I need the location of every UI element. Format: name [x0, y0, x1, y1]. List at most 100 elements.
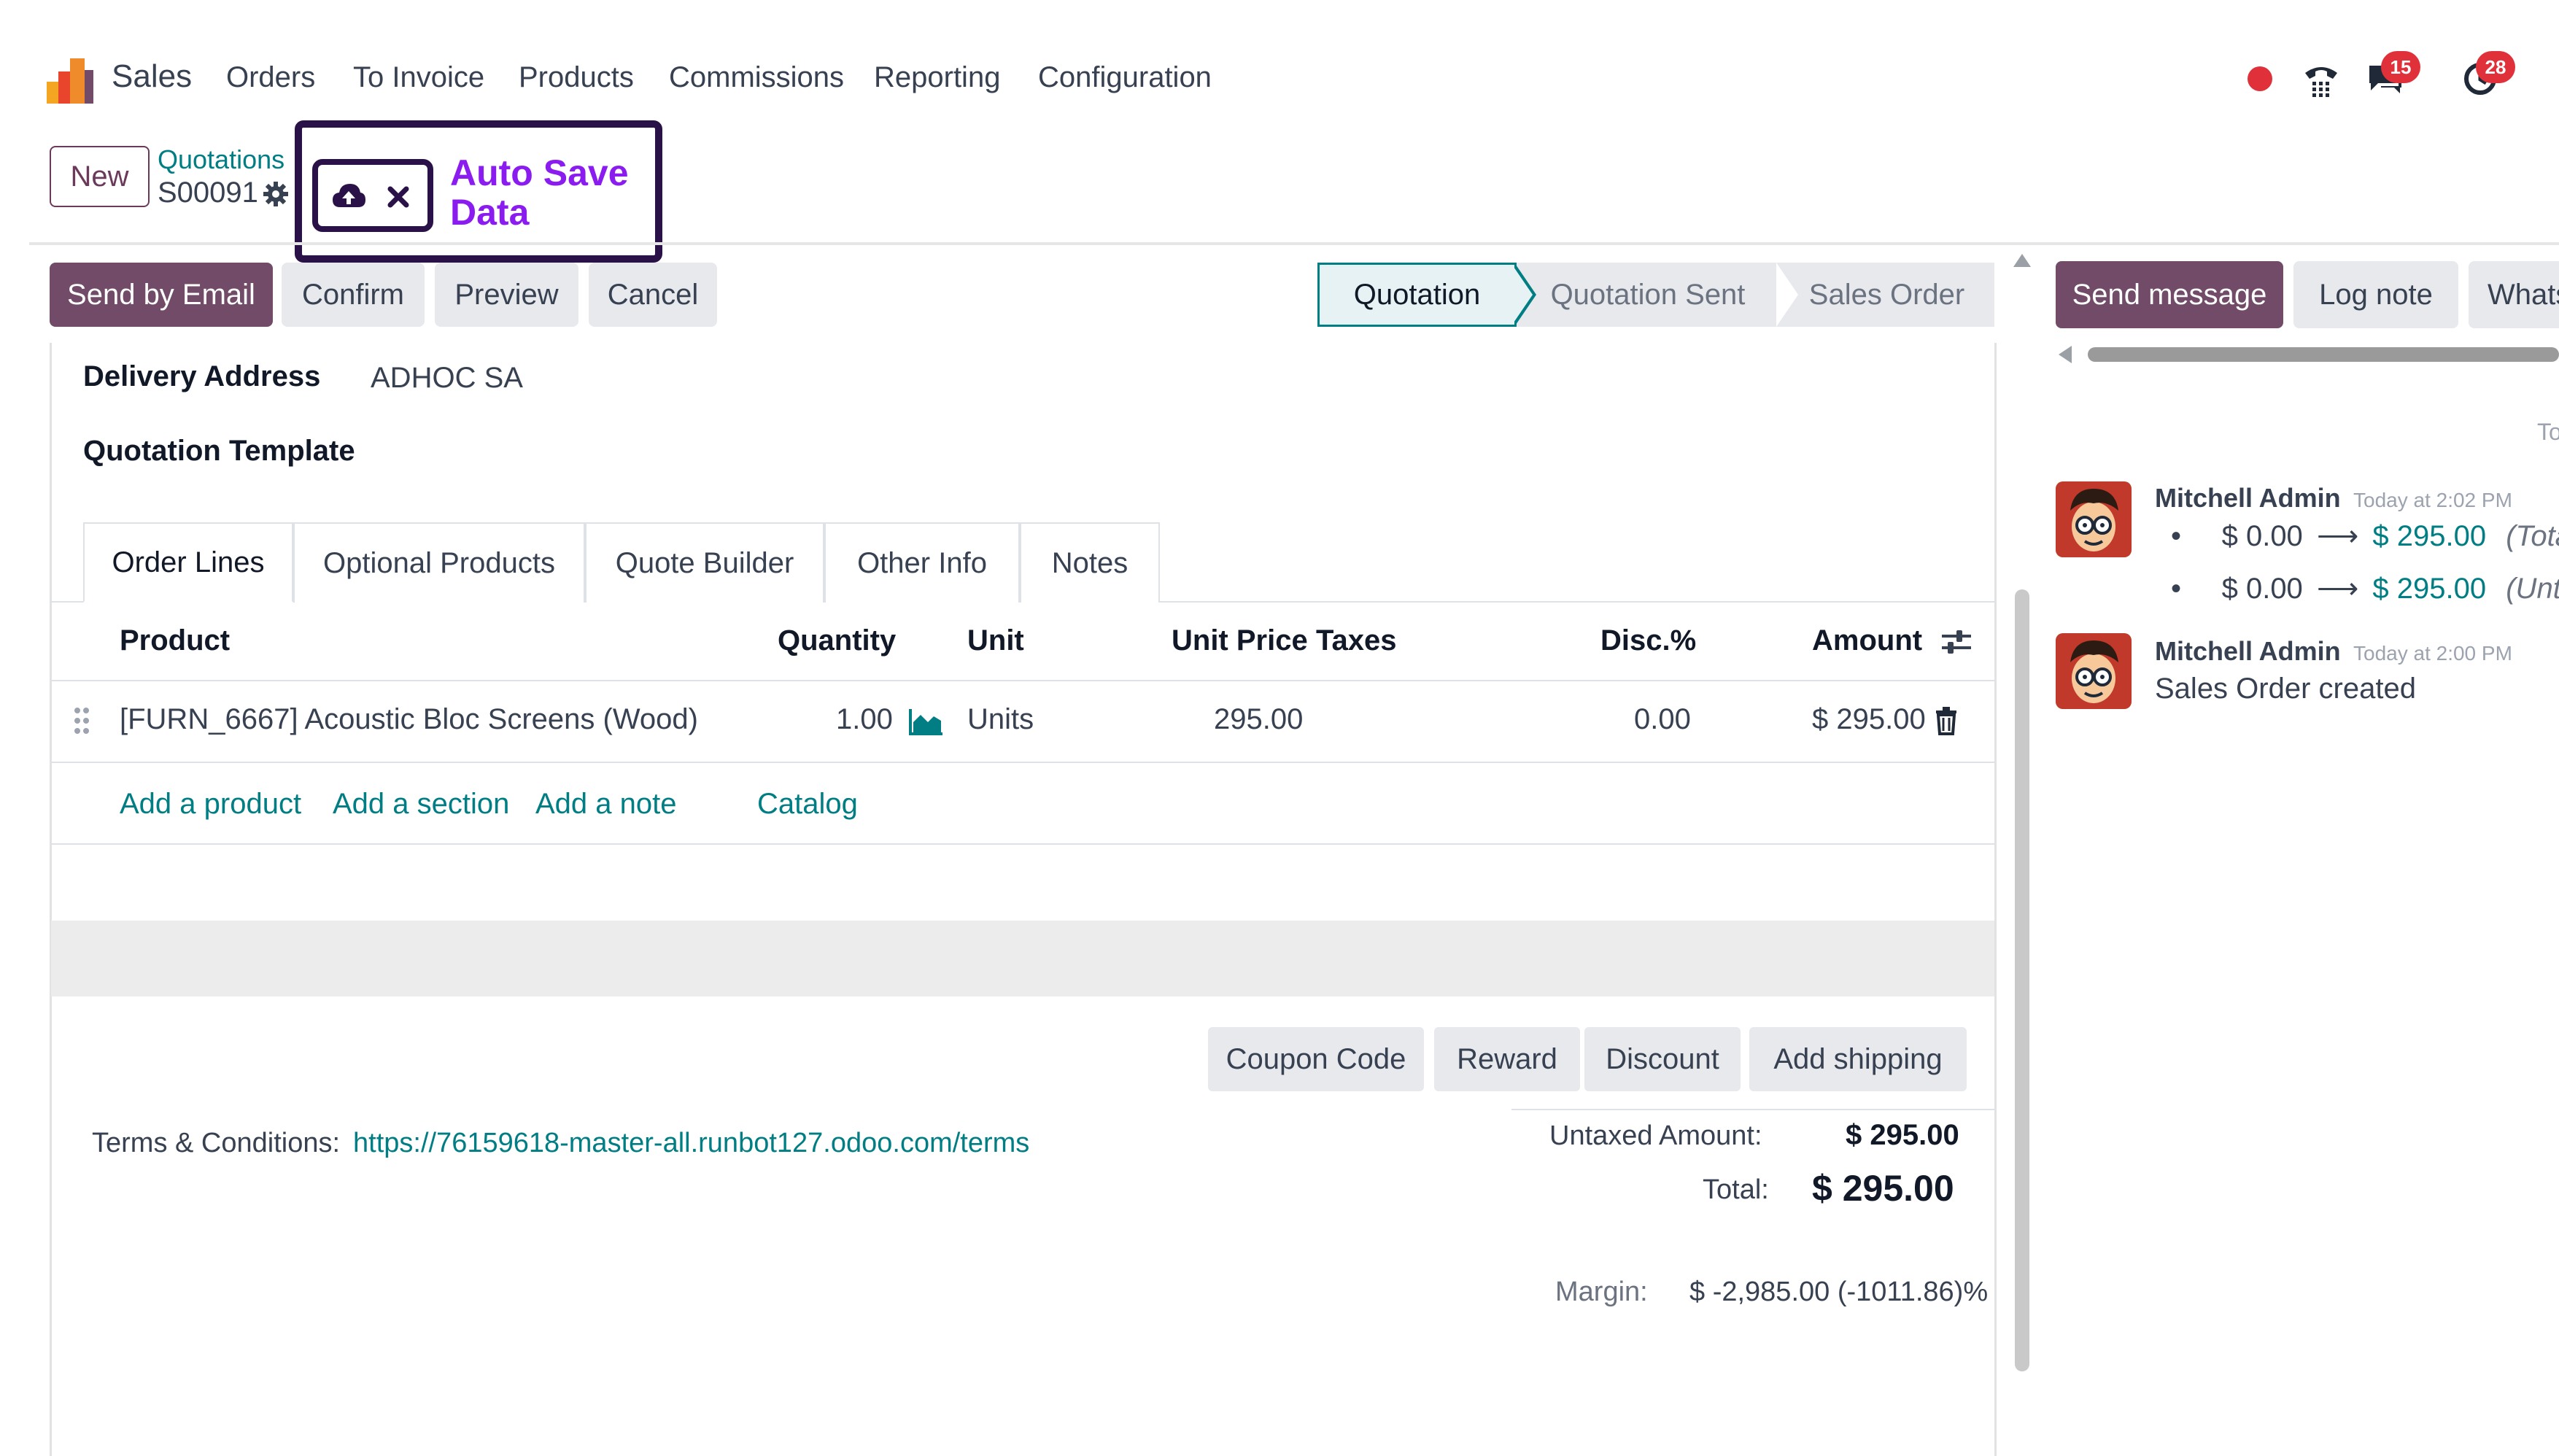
message-time: Today at 2:00 PM	[2353, 642, 2512, 665]
tab-order-lines[interactable]: Order Lines	[83, 522, 293, 603]
cloud-upload-icon[interactable]	[331, 181, 366, 210]
add-shipping-button[interactable]: Add shipping	[1749, 1027, 1967, 1091]
log-note-button[interactable]: Log note	[2293, 261, 2458, 328]
form-border-right	[1994, 343, 1997, 1456]
line-quantity[interactable]: 1.00	[836, 703, 893, 736]
arrow-right-icon: ⟶	[2316, 573, 2359, 605]
messages-icon[interactable]: 15	[2364, 51, 2420, 101]
status-sales-order[interactable]: Sales Order	[1779, 263, 1994, 327]
total-label: Total:	[1703, 1174, 1769, 1205]
terms-label: Terms & Conditions:	[92, 1128, 341, 1158]
line-unit[interactable]: Units	[967, 703, 1034, 736]
menu-configuration[interactable]: Configuration	[1038, 61, 1212, 94]
avatar[interactable]	[2056, 633, 2132, 709]
col-product[interactable]: Product	[120, 624, 230, 657]
tracking-field: (Untaxed	[2506, 573, 2559, 605]
reward-button[interactable]: Reward	[1434, 1027, 1580, 1091]
send-by-email-button[interactable]: Send by Email	[50, 263, 273, 327]
send-message-button[interactable]: Send message	[2056, 261, 2283, 328]
chatter-horizontal-scrollbar[interactable]	[2088, 347, 2559, 362]
avatar[interactable]	[2056, 481, 2132, 557]
menu-orders[interactable]: Orders	[226, 61, 315, 94]
sales-app-icon[interactable]	[47, 57, 93, 104]
status-quotation[interactable]: Quotation	[1317, 263, 1517, 327]
preview-button[interactable]: Preview	[435, 263, 578, 327]
delivery-address-label: Delivery Address	[83, 360, 321, 392]
breadcrumb-quotations[interactable]: Quotations	[158, 144, 284, 175]
untaxed-amount-value: $ 295.00	[1846, 1119, 1959, 1151]
catalog-link[interactable]: Catalog	[757, 788, 858, 821]
recording-dot-icon[interactable]	[2238, 57, 2282, 101]
empty-lines-band	[51, 921, 1994, 996]
tracking-line: • $ 0.00 ⟶ $ 295.00 (Total)	[2171, 519, 2559, 553]
activity-clock-icon[interactable]: 28	[2458, 51, 2515, 101]
drag-handle-icon[interactable]	[73, 706, 90, 735]
col-amount[interactable]: Amount	[1812, 624, 1922, 657]
coupon-code-button[interactable]: Coupon Code	[1208, 1027, 1424, 1091]
record-name: S00091	[158, 177, 258, 209]
header-divider	[29, 242, 2559, 245]
add-product-link[interactable]: Add a product	[120, 788, 301, 821]
arrow-right-icon: ⟶	[2316, 520, 2359, 552]
today-separator: To	[2537, 419, 2559, 445]
col-disc[interactable]: Disc.%	[1600, 624, 1696, 657]
chatter-scroll-left-arrow[interactable]	[2059, 346, 2072, 363]
form-scrollbar[interactable]	[2015, 589, 2029, 1371]
form-border-left	[50, 343, 52, 1456]
new-button[interactable]: New	[50, 146, 150, 207]
discard-close-icon[interactable]	[387, 185, 410, 209]
totals-divider	[1511, 1109, 1994, 1110]
forecast-chart-icon[interactable]	[909, 708, 944, 735]
add-section-link[interactable]: Add a section	[333, 788, 509, 821]
message-author[interactable]: Mitchell Admin	[2155, 483, 2341, 514]
tracking-new-value: $ 295.00	[2372, 573, 2487, 605]
save-discard-group	[312, 159, 433, 232]
confirm-button[interactable]: Confirm	[282, 263, 425, 327]
cancel-button[interactable]: Cancel	[589, 263, 717, 327]
row-divider	[50, 762, 1994, 763]
tab-quote-builder[interactable]: Quote Builder	[585, 522, 824, 603]
phone-icon[interactable]	[2299, 57, 2343, 101]
message-author[interactable]: Mitchell Admin	[2155, 636, 2341, 667]
discount-button[interactable]: Discount	[1584, 1027, 1741, 1091]
scroll-up-arrow[interactable]	[2013, 254, 2031, 267]
terms-link[interactable]: https://76159618-master-all.runbot127.od…	[353, 1128, 1029, 1159]
gear-icon[interactable]	[263, 181, 289, 207]
delivery-address-value[interactable]: ADHOC SA	[371, 362, 523, 395]
tab-other-info[interactable]: Other Info	[824, 522, 1020, 603]
menu-commissions[interactable]: Commissions	[669, 61, 844, 94]
trash-icon[interactable]	[1935, 706, 1958, 735]
menu-to-invoice[interactable]: To Invoice	[353, 61, 484, 94]
add-note-link[interactable]: Add a note	[535, 788, 677, 821]
app-name[interactable]: Sales	[112, 58, 192, 95]
menu-products[interactable]: Products	[519, 61, 634, 94]
quotation-template-label: Quotation Template	[83, 435, 355, 467]
callout-line-2: Data	[450, 192, 530, 233]
line-unit-price[interactable]: 295.00	[1214, 703, 1303, 736]
tracking-new-value: $ 295.00	[2372, 520, 2487, 552]
col-unit-price[interactable]: Unit Price	[1172, 624, 1308, 657]
status-quotation-sent[interactable]: Quotation Sent	[1517, 263, 1779, 327]
line-product[interactable]: [FURN_6667] Acoustic Bloc Screens (Wood)	[120, 703, 698, 736]
status-separator	[1776, 263, 1798, 327]
tab-notes[interactable]: Notes	[1020, 522, 1160, 603]
margin-label: Margin:	[1555, 1277, 1648, 1307]
tracking-field: (Total)	[2506, 520, 2559, 552]
column-settings-icon[interactable]	[1940, 627, 1973, 657]
messages-badge: 15	[2381, 51, 2420, 83]
tracking-old-value: $ 0.00	[2221, 573, 2303, 605]
tab-optional-products[interactable]: Optional Products	[293, 522, 585, 603]
line-discount[interactable]: 0.00	[1634, 703, 1691, 736]
whatsapp-button[interactable]: Whats	[2469, 261, 2559, 328]
tracking-line: • $ 0.00 ⟶ $ 295.00 (Untaxed	[2171, 572, 2559, 605]
message-body: Sales Order created	[2155, 673, 2416, 705]
total-value: $ 295.00	[1812, 1168, 1954, 1209]
col-unit[interactable]: Unit	[967, 624, 1024, 657]
header-row-divider	[50, 680, 1994, 681]
message-time: Today at 2:02 PM	[2353, 489, 2512, 511]
menu-reporting[interactable]: Reporting	[874, 61, 1000, 94]
callout-line-1: Auto Save	[450, 152, 629, 193]
col-taxes[interactable]: Taxes	[1316, 624, 1396, 657]
untaxed-amount-label: Untaxed Amount:	[1549, 1120, 1762, 1151]
col-quantity[interactable]: Quantity	[778, 624, 896, 657]
